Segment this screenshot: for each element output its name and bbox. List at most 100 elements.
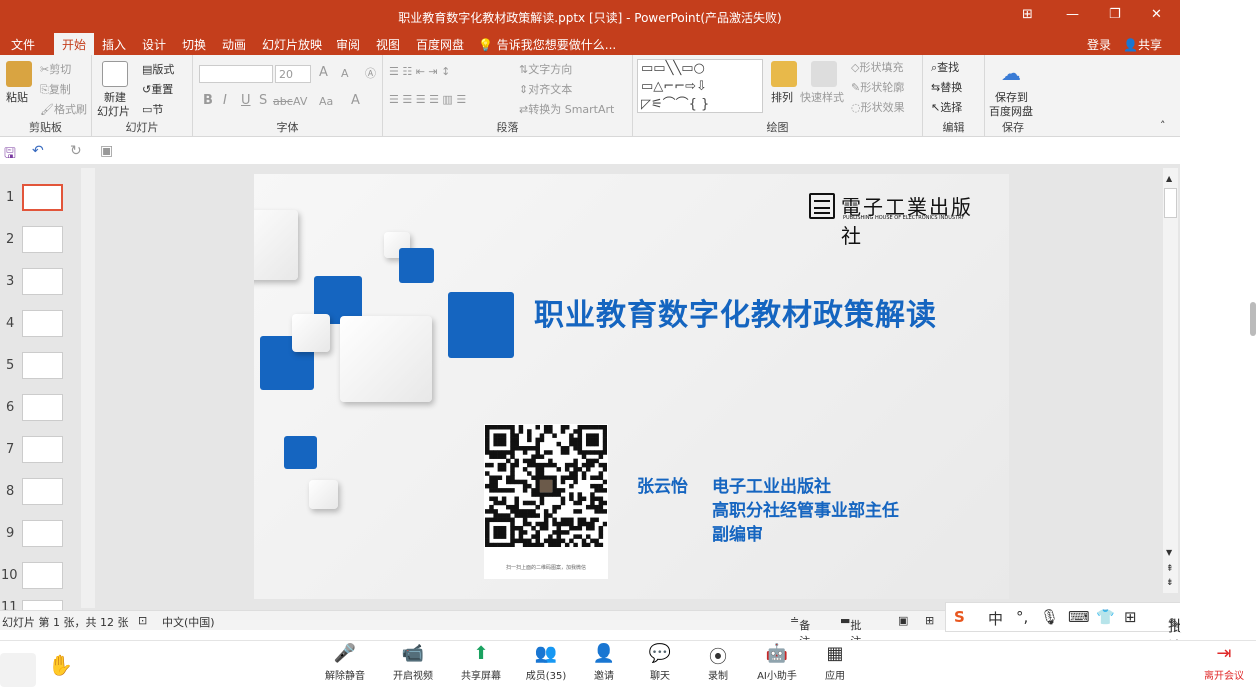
scroll-down-icon[interactable]: ▼ [1166, 548, 1172, 557]
apps-button[interactable]: ▦ 应用 [805, 643, 865, 682]
thumbnail-8[interactable]: 8 [0, 478, 80, 508]
start-video-button[interactable]: 📹 开启视频 [383, 643, 443, 682]
align-text-button[interactable]: ⇕对齐文本 [519, 81, 572, 97]
tab-home[interactable]: 开始 [54, 33, 95, 55]
tab-slideshow[interactable]: 幻灯片放映 [262, 36, 322, 53]
slide-scrollbar[interactable]: ▲ ▼ ⇞ ⇟ [1163, 168, 1178, 593]
tab-design[interactable]: 设计 [142, 36, 166, 53]
find-button[interactable]: ⌕查找 [931, 59, 959, 75]
ime-lang-toggle[interactable]: 中 [988, 608, 1003, 629]
smartart-button[interactable]: ⇄转换为 SmartArt [519, 101, 614, 117]
copy-button[interactable]: ⎘复制 [40, 81, 71, 97]
keyboard-icon[interactable]: ⌨ [1068, 608, 1090, 626]
login-link[interactable]: 登录 [1087, 36, 1111, 53]
shape-fill-button[interactable]: ◇形状填充 [851, 59, 903, 75]
thumbnail-9[interactable]: 9 [0, 520, 80, 550]
select-button[interactable]: ↖选择 [931, 99, 962, 115]
punctuation-icon[interactable]: °, [1016, 608, 1028, 626]
skin-icon[interactable]: 👕 [1096, 608, 1115, 626]
tab-baidu-netdisk[interactable]: 百度网盘 [416, 36, 464, 53]
italic-button[interactable]: I [223, 93, 227, 108]
reset-button[interactable]: ↺重置 [142, 81, 173, 97]
format-painter-button[interactable]: 🖌格式刷 [40, 101, 87, 117]
paste-button[interactable]: 粘贴 [6, 89, 28, 105]
next-slide-icon[interactable]: ⇟ [1166, 578, 1174, 588]
bullets-icon[interactable]: ☰ ☷ ⇤ ⇥ ↕ [389, 65, 450, 78]
side-handle[interactable] [1250, 302, 1256, 336]
record-button[interactable]: ⦿ 录制 [688, 643, 748, 682]
underline-button[interactable]: U [241, 93, 251, 108]
tab-view[interactable]: 视图 [376, 36, 400, 53]
thumbnail-2[interactable]: 2 [0, 226, 80, 256]
font-size-input[interactable]: 20 [275, 65, 311, 83]
invite-button[interactable]: 👤 邀请 [574, 643, 634, 682]
meeting-info-box[interactable] [0, 653, 36, 687]
redo-icon[interactable]: ↻ [70, 143, 82, 159]
section-button[interactable]: ▭节 [142, 101, 163, 117]
char-spacing-button[interactable]: AV [293, 95, 307, 108]
strikethrough-button[interactable]: abc [273, 95, 293, 108]
slide-canvas[interactable]: 電子工業出版社 PUBLISHING HOUSE OF ELECTRONICS … [254, 174, 1009, 599]
ai-assistant-button[interactable]: 🤖 AI小助手 [747, 643, 807, 682]
shadow-button[interactable]: S [259, 93, 267, 108]
members-button[interactable]: 👥 成员(35) [516, 643, 576, 682]
layout-button[interactable]: ▤版式 [142, 61, 174, 77]
shape-outline-button[interactable]: ✎形状轮廓 [851, 79, 904, 95]
sorter-view-icon[interactable]: ⊞ [925, 614, 934, 627]
microphone-icon[interactable]: 🎙 [1040, 608, 1059, 626]
tab-review[interactable]: 审阅 [336, 36, 360, 53]
thumbnail-10[interactable]: 10 [0, 562, 80, 592]
sogou-logo-icon[interactable]: S [954, 608, 965, 626]
spellcheck-icon[interactable]: ⊡ [138, 614, 147, 627]
scroll-up-icon[interactable]: ▲ [1166, 174, 1172, 183]
thumbnail-6[interactable]: 6 [0, 394, 80, 424]
text-direction-button[interactable]: ⇅文字方向 [519, 61, 572, 77]
restore-icon[interactable]: ❐ [1109, 7, 1121, 22]
align-icons[interactable]: ☰ ☰ ☰ ☰ ▥ ☰ [389, 93, 466, 106]
raise-hand-icon[interactable]: ✋ [48, 653, 73, 677]
font-name-input[interactable] [199, 65, 273, 83]
cut-button[interactable]: ✂剪切 [40, 61, 71, 77]
shapes-gallery[interactable]: ▭▭╲╲▭○ ▭△⌐⌐⇨⇩ ◸⚟⌒⌒{ } [637, 59, 763, 113]
bold-button[interactable]: B [203, 93, 213, 108]
unmute-button[interactable]: 🎤 解除静音 [315, 643, 375, 682]
notes-button[interactable]: ≐ 备注 [790, 614, 810, 648]
arrange-button[interactable]: 排列 [771, 89, 793, 105]
thumbnail-1[interactable]: 1 [0, 184, 80, 214]
thumbnail-5[interactable]: 5 [0, 352, 80, 382]
comments-button[interactable]: ▬ 批注 [840, 614, 861, 648]
thumbnail-11[interactable]: 11 [0, 600, 80, 610]
shape-effects-button[interactable]: ◌形状效果 [851, 99, 905, 115]
scroll-thumb[interactable] [1164, 188, 1177, 218]
close-icon[interactable]: ✕ [1151, 7, 1162, 22]
chat-button[interactable]: 💬 聊天 [630, 643, 690, 682]
tab-transitions[interactable]: 切换 [182, 36, 206, 53]
share-button[interactable]: 👤共享 [1123, 36, 1162, 53]
thumbnail-scrollbar[interactable] [81, 168, 95, 608]
clear-format-icon[interactable]: Ⓐ [365, 65, 376, 81]
grow-font-button[interactable]: A [319, 65, 328, 80]
normal-view-icon[interactable]: ▣ [898, 614, 908, 627]
thumbnail-3[interactable]: 3 [0, 268, 80, 298]
collapse-ribbon-icon[interactable]: ˄ [1160, 119, 1166, 132]
tab-insert[interactable]: 插入 [102, 36, 126, 53]
tab-file[interactable]: 文件 [11, 36, 35, 53]
quick-styles-button[interactable]: 快速样式 [800, 89, 844, 105]
minimize-icon[interactable]: — [1066, 7, 1079, 22]
replace-button[interactable]: ⇆替换 [931, 79, 962, 95]
prev-slide-icon[interactable]: ⇞ [1166, 564, 1174, 574]
present-icon[interactable]: ▣ [100, 143, 113, 159]
tab-animations[interactable]: 动画 [222, 36, 246, 53]
leave-meeting-button[interactable]: ⇥ 离开会议 [1194, 643, 1254, 682]
tell-me-box[interactable]: 💡 告诉我您想要做什么... [478, 36, 616, 53]
thumbnail-4[interactable]: 4 [0, 310, 80, 340]
share-screen-button[interactable]: ⬆ 共享屏幕 [451, 643, 511, 682]
thumbnail-7[interactable]: 7 [0, 436, 80, 466]
ribbon-display-icon[interactable]: ⊞ [1022, 7, 1033, 22]
undo-icon[interactable]: ↶ [32, 143, 44, 159]
toolbox-icon[interactable]: ⊞ [1124, 608, 1137, 626]
font-color-button[interactable]: A [351, 93, 360, 108]
language-status[interactable]: 中文(中国) [162, 614, 215, 630]
shrink-font-button[interactable]: A [341, 67, 349, 80]
change-case-button[interactable]: Aa [319, 95, 333, 108]
